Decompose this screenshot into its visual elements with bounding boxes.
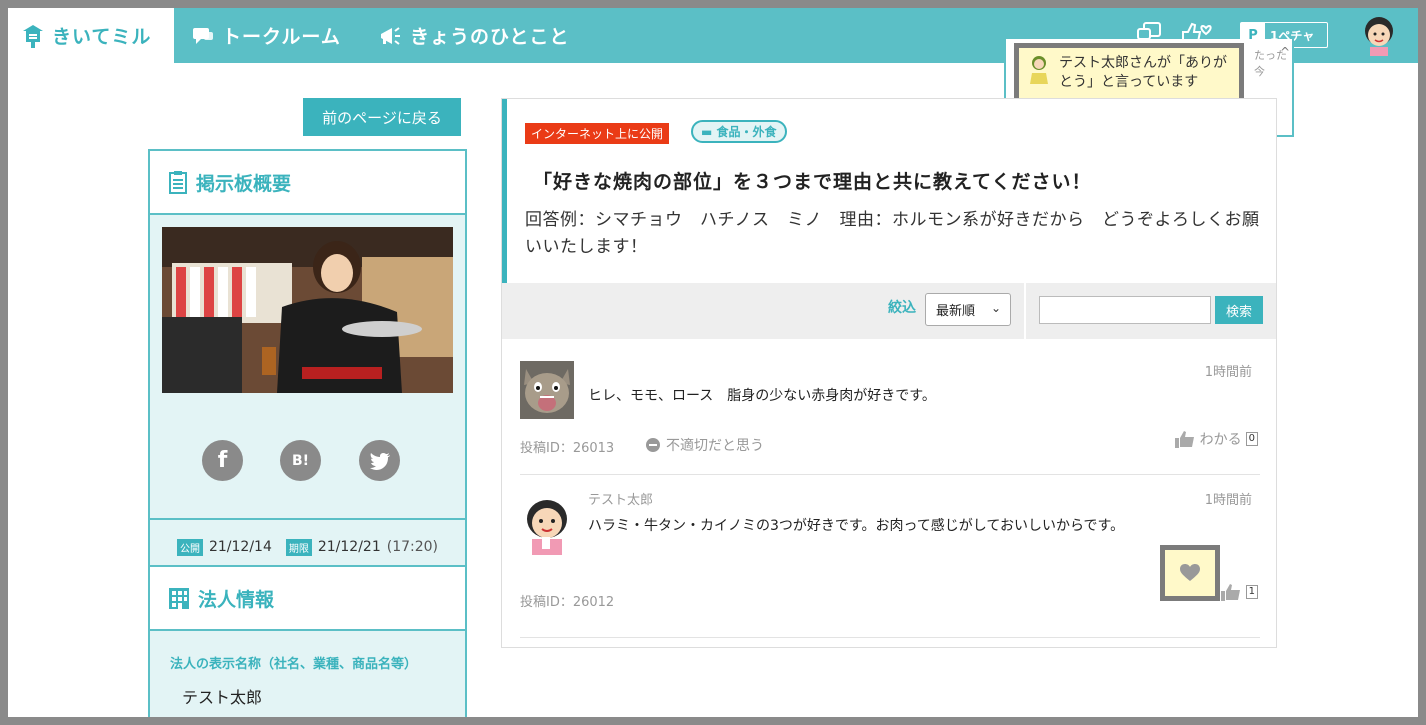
board-overview-body: f B! bbox=[150, 213, 465, 518]
post-card: インターネット上に公開 ▬ 食品・外食 「好きな焼肉の部位」を３つまで理由と共に… bbox=[501, 98, 1277, 648]
board-overview-header: 掲示板概要 bbox=[150, 151, 465, 213]
corporate-info-panel: 法人情報 法人の表示名称（社名、業種、商品名等） テスト太郎 bbox=[148, 565, 467, 717]
user-avatar[interactable] bbox=[1362, 14, 1396, 56]
comment-item: 1時間前 ヒレ、モモ、ロース 脂身の少ない赤身肉が好きです。 投稿ID：2601… bbox=[520, 349, 1260, 475]
board-thumbnail-image bbox=[162, 227, 453, 393]
thumbs-up-icon bbox=[1174, 431, 1194, 448]
corporate-name-label: 法人の表示名称（社名、業種、商品名等） bbox=[170, 657, 418, 672]
filter-divider bbox=[1024, 283, 1026, 339]
comment-time: 1時間前 bbox=[1204, 493, 1252, 508]
public-date: 21/12/14 bbox=[208, 539, 272, 555]
heart-icon bbox=[1180, 564, 1200, 581]
like-label: わかる bbox=[1199, 432, 1242, 448]
corporate-info-title: 法人情報 bbox=[198, 588, 275, 611]
chat-bubble-icon bbox=[193, 27, 213, 44]
like-count: 1 bbox=[1245, 585, 1258, 599]
board-overview-panel: 掲示板概要 f B! 公開 21/12/14 期限 21/12/21 (17:2… bbox=[148, 149, 467, 576]
comment-avatar-cat[interactable] bbox=[520, 361, 574, 419]
notification-text: テスト太郎さんが「ありがとう」と言っています bbox=[1059, 55, 1227, 90]
facebook-icon: f bbox=[217, 448, 228, 473]
minus-circle-icon bbox=[646, 438, 660, 452]
hatena-bookmark-button[interactable]: B! bbox=[280, 440, 321, 481]
logo-text: きいてミル bbox=[52, 26, 152, 48]
report-inappropriate-link[interactable]: 不適切だと思う bbox=[646, 435, 764, 455]
twitter-bird-icon bbox=[369, 452, 390, 470]
sort-select-value: 最新順 bbox=[936, 304, 976, 319]
nav-talkroom[interactable]: トークルーム bbox=[192, 8, 341, 63]
comment-time: 1時間前 bbox=[1204, 365, 1252, 380]
post-title: 「好きな焼肉の部位」を３つまで理由と共に教えてください！ bbox=[533, 171, 1092, 193]
category-label: 食品・外食 bbox=[716, 125, 777, 139]
notification-user-icon bbox=[1030, 56, 1048, 84]
chevron-down-icon: ⌄ bbox=[990, 301, 1001, 315]
post-header: インターネット上に公開 ▬ 食品・外食 「好きな焼肉の部位」を３つまで理由と共に… bbox=[502, 99, 1276, 283]
back-button[interactable]: 前のページに戻る bbox=[303, 98, 461, 136]
comment-item: テスト太郎 1時間前 ハラミ・牛タン・カイノミの3つが好きです。お肉って感じがし… bbox=[520, 475, 1260, 638]
board-overview-title: 掲示板概要 bbox=[196, 172, 292, 195]
nav-daily-word[interactable]: きょうのひとこと bbox=[378, 8, 569, 63]
public-visibility-tag: インターネット上に公開 bbox=[525, 123, 670, 144]
corporate-info-header: 法人情報 bbox=[150, 567, 465, 629]
thumbs-up-icon bbox=[1220, 584, 1240, 601]
search-input[interactable] bbox=[1039, 296, 1211, 324]
filter-label: 絞込 bbox=[888, 300, 916, 316]
like-count: 0 bbox=[1245, 432, 1258, 446]
post-description: 回答例：シマチョウ ハチノス ミノ 理由：ホルモン系が好きだから どうぞよろしく… bbox=[525, 210, 1260, 257]
public-date-tag: 公開 bbox=[176, 538, 203, 556]
comment-body: ハラミ・牛タン・カイノミの3つが好きです。お肉って感じがしておいしいからです。 bbox=[588, 518, 1125, 534]
search-button[interactable]: 検索 bbox=[1215, 296, 1263, 324]
notification-collapse-icon[interactable]: ^ bbox=[1280, 45, 1290, 59]
browser-viewport: きいてミル トークルーム きょうのひとこと P 1ペチャ テスト太郎さんが「あり… bbox=[8, 8, 1418, 717]
folder-icon: ▬ bbox=[701, 125, 713, 139]
corporate-name: テスト太郎 bbox=[182, 688, 263, 707]
building-icon bbox=[169, 588, 189, 609]
filter-bar: 絞込 最新順 ⌄ 検索 bbox=[502, 283, 1276, 339]
deadline-tag: 期限 bbox=[285, 538, 312, 556]
nav-daily-word-label: きょうのひとこと bbox=[410, 26, 570, 48]
facebook-share-button[interactable]: f bbox=[202, 440, 243, 481]
like-button[interactable]: わかる 0 bbox=[1174, 429, 1258, 449]
deadline-date: 21/12/21 bbox=[317, 539, 381, 555]
report-label: 不適切だと思う bbox=[666, 438, 764, 454]
hatena-bookmark-icon: B! bbox=[291, 452, 310, 469]
nav-talkroom-label: トークルーム bbox=[222, 26, 341, 48]
clipboard-icon bbox=[169, 171, 187, 194]
sort-select[interactable]: 最新順 ⌄ bbox=[925, 293, 1011, 326]
deadline-time: (17:20) bbox=[386, 539, 439, 555]
comment-body: ヒレ、モモ、ロース 脂身の少ない赤身肉が好きです。 bbox=[588, 388, 936, 404]
logo-icon bbox=[23, 24, 43, 48]
comment-post-id: 投稿ID：26013 bbox=[520, 441, 615, 456]
logo-tab[interactable]: きいてミル bbox=[8, 8, 174, 63]
category-tag[interactable]: ▬ 食品・外食 bbox=[691, 120, 787, 143]
megaphone-icon bbox=[381, 26, 400, 45]
twitter-share-button[interactable] bbox=[359, 440, 400, 481]
like-button[interactable]: 1 bbox=[1220, 583, 1258, 601]
comment-avatar-girl[interactable] bbox=[520, 497, 574, 555]
comment-post-id: 投稿ID：26012 bbox=[520, 595, 615, 610]
comment-author: テスト太郎 bbox=[588, 493, 654, 508]
thanks-heart-button[interactable] bbox=[1160, 545, 1220, 601]
corporate-info-body: 法人の表示名称（社名、業種、商品名等） テスト太郎 bbox=[150, 629, 465, 717]
